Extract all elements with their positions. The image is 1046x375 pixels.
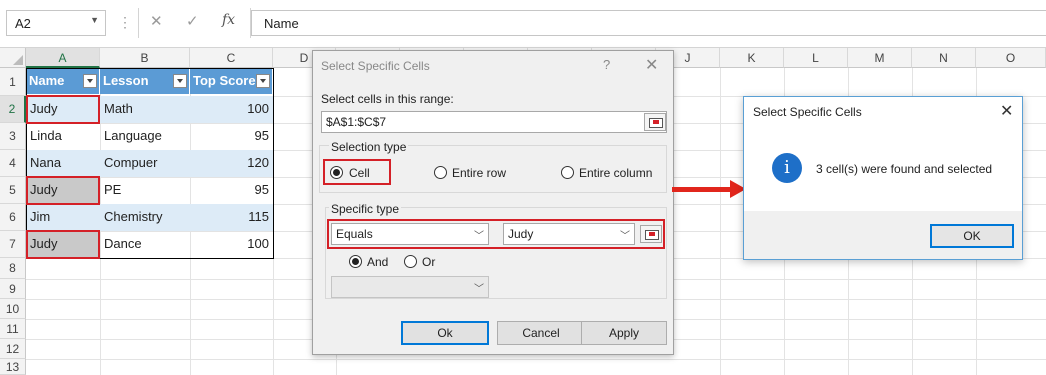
chevron-down-icon: ﹀ xyxy=(474,284,484,295)
enter-entry-icon[interactable]: ✓ xyxy=(186,12,199,30)
name-box[interactable]: A2 ▼ xyxy=(6,10,106,36)
gridline xyxy=(26,359,1046,360)
radio-entire-row-label[interactable]: Entire row xyxy=(452,166,506,180)
column-header-c[interactable]: C xyxy=(190,48,273,68)
radio-entire-column[interactable] xyxy=(561,166,574,179)
radio-and-label[interactable]: And xyxy=(367,255,388,269)
apply-button[interactable]: Apply xyxy=(581,321,667,345)
highlight-box xyxy=(26,230,100,259)
gridline xyxy=(720,68,721,375)
column-header-l[interactable]: L xyxy=(784,48,848,68)
select-all-corner[interactable] xyxy=(0,48,26,68)
result-dialog-title: Select Specific Cells xyxy=(753,105,862,119)
result-ok-button[interactable]: OK xyxy=(930,224,1014,248)
row-header-3[interactable]: 3 xyxy=(0,123,26,150)
arrow-shaft xyxy=(672,187,734,192)
operator-select-value: Equals xyxy=(336,227,373,241)
second-operator-select[interactable]: ﹀ xyxy=(331,276,489,298)
radio-or[interactable] xyxy=(404,255,417,268)
range-select-icon[interactable] xyxy=(644,113,666,131)
operator-select[interactable]: Equals ﹀ xyxy=(331,223,489,245)
column-header-a[interactable]: A xyxy=(26,48,100,68)
row-header-9[interactable]: 9 xyxy=(0,279,26,299)
info-icon: i xyxy=(772,153,802,183)
row-header-1[interactable]: 1 xyxy=(0,68,26,96)
highlight-box xyxy=(26,95,100,124)
selection-type-label: Selection type xyxy=(329,140,409,154)
help-icon[interactable]: ? xyxy=(603,57,610,72)
value-select-icon[interactable] xyxy=(640,225,662,243)
formula-input[interactable]: Name xyxy=(251,10,1046,36)
cancel-entry-icon[interactable]: ✕ xyxy=(150,12,163,30)
dialog-title: Select Specific Cells xyxy=(321,59,430,73)
column-header-b[interactable]: B xyxy=(100,48,190,68)
formula-bar: A2 ▼ ⋮ ✕ ✓ fx Name xyxy=(0,0,1046,48)
row-header-12[interactable]: 12 xyxy=(0,339,26,359)
chevron-down-icon: ﹀ xyxy=(620,231,630,242)
highlight-box xyxy=(26,176,100,205)
range-input[interactable]: $A$1:$C$7 xyxy=(321,111,667,133)
row-header-8[interactable]: 8 xyxy=(0,258,26,279)
insert-function-icon[interactable]: fx xyxy=(222,12,235,28)
row-header-6[interactable]: 6 xyxy=(0,204,26,231)
close-icon[interactable]: ✕ xyxy=(1000,101,1013,121)
highlight-box xyxy=(323,159,391,185)
row-header-11[interactable]: 11 xyxy=(0,319,26,339)
result-dialog: Select Specific Cells ✕ i 3 cell(s) were… xyxy=(743,96,1023,260)
row-header-13[interactable]: 13 xyxy=(0,359,26,375)
chevron-down-icon: ﹀ xyxy=(474,231,484,242)
close-icon[interactable]: ✕ xyxy=(645,55,658,75)
radio-or-label[interactable]: Or xyxy=(422,255,435,269)
ok-button[interactable]: Ok xyxy=(401,321,489,345)
name-box-value: A2 xyxy=(15,16,31,31)
formula-bar-grip-icon: ⋮ xyxy=(118,14,133,30)
column-header-o[interactable]: O xyxy=(976,48,1046,68)
select-specific-cells-dialog: Select Specific Cells ? ✕ Select cells i… xyxy=(312,50,674,355)
formula-bar-divider xyxy=(138,8,139,38)
range-label: Select cells in this range: xyxy=(321,92,454,106)
row-header-10[interactable]: 10 xyxy=(0,299,26,319)
row-header-4[interactable]: 4 xyxy=(0,150,26,177)
value-combo[interactable]: Judy ﹀ xyxy=(503,223,635,245)
column-header-k[interactable]: K xyxy=(720,48,784,68)
range-value: $A$1:$C$7 xyxy=(326,115,387,129)
radio-entire-row[interactable] xyxy=(434,166,447,179)
cancel-button[interactable]: Cancel xyxy=(497,321,585,345)
column-header-m[interactable]: M xyxy=(848,48,912,68)
row-header-2[interactable]: 2 xyxy=(0,96,26,123)
specific-type-label: Specific type xyxy=(329,202,402,216)
result-message: 3 cell(s) were found and selected xyxy=(816,162,993,176)
row-header-7[interactable]: 7 xyxy=(0,231,26,258)
radio-entire-column-label[interactable]: Entire column xyxy=(579,166,652,180)
value-combo-value: Judy xyxy=(508,227,534,241)
radio-and[interactable] xyxy=(349,255,362,268)
column-header-n[interactable]: N xyxy=(912,48,976,68)
row-header-5[interactable]: 5 xyxy=(0,177,26,204)
name-box-dropdown-icon[interactable]: ▼ xyxy=(90,15,99,25)
